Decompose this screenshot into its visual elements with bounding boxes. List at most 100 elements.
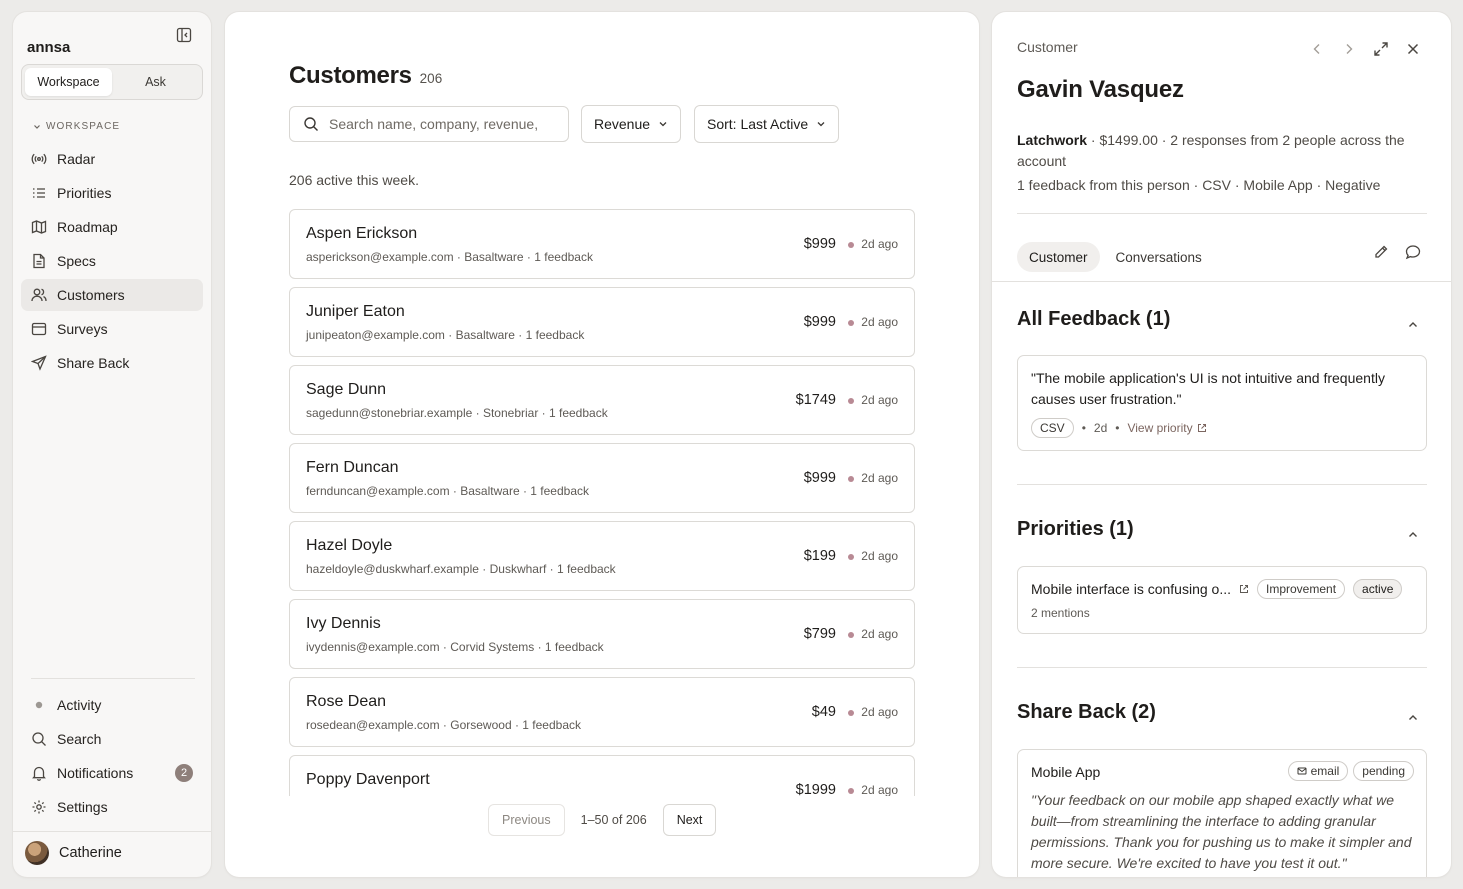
sidebar-item-specs[interactable]: Specs <box>21 245 203 277</box>
last-active: 2d ago <box>861 627 898 641</box>
status-dot <box>848 398 854 404</box>
shareback-status-chip: pending <box>1353 761 1414 781</box>
pencil-icon[interactable] <box>1373 244 1389 260</box>
search-icon <box>32 732 46 746</box>
shareback-name: Mobile App <box>1031 764 1101 780</box>
section-label: WORKSPACE <box>46 121 121 132</box>
detail-divider <box>1017 213 1427 214</box>
next-page-button[interactable]: Next <box>662 804 717 836</box>
sidebar-item-customers[interactable]: Customers <box>21 279 203 311</box>
customer-list: Aspen Erickson asperickson@example.com ·… <box>289 209 915 796</box>
sidebar-item-roadmap[interactable]: Roadmap <box>21 211 203 243</box>
customer-row[interactable]: Hazel Doyle hazeldoyle@duskwharf.example… <box>289 521 915 591</box>
sidebar-item-share-back[interactable]: Share Back <box>21 347 203 379</box>
chevron-right-icon[interactable] <box>1341 41 1357 57</box>
feedback-section-title: All Feedback (1) <box>1017 308 1171 330</box>
section-divider <box>1017 484 1427 485</box>
feedback-card[interactable]: "The mobile application's UI is not intu… <box>1017 355 1427 451</box>
channel-chip: email <box>1287 761 1349 781</box>
customer-name: Sage Dunn <box>306 381 387 398</box>
chevron-down-icon <box>34 124 40 129</box>
company-name: Latchwork <box>1017 132 1088 148</box>
avatar <box>25 841 49 865</box>
sidebar-item-priorities[interactable]: Priorities <box>21 177 203 209</box>
customer-meta: rosedean@example.com · Gorsewood · 1 fee… <box>306 718 581 732</box>
sort-label: Sort: Last Active <box>707 116 809 132</box>
map-icon <box>31 220 47 234</box>
mode-switch: Workspace Ask <box>21 64 203 100</box>
search-input[interactable] <box>329 116 549 132</box>
sidebar-item-label: Activity <box>57 697 102 713</box>
sort-dropdown[interactable]: Sort: Last Active <box>694 105 840 143</box>
calendar-icon <box>31 322 47 336</box>
user-name: Catherine <box>59 845 122 861</box>
customer-meta: hazeldoyle@duskwharf.example · Duskwharf… <box>306 562 616 576</box>
user-menu[interactable]: Catherine <box>25 841 122 865</box>
chevron-left-icon[interactable] <box>1309 41 1325 57</box>
customer-name: Hazel Doyle <box>306 537 393 554</box>
priority-mentions: 2 mentions <box>1031 606 1090 620</box>
chevron-up-icon[interactable] <box>1407 712 1419 724</box>
customer-row[interactable]: Aspen Erickson asperickson@example.com ·… <box>289 209 915 279</box>
expand-icon[interactable] <box>1373 41 1389 57</box>
chevron-down-icon <box>659 122 667 127</box>
customer-count: 206 <box>419 71 443 86</box>
status-dot <box>848 320 854 326</box>
priority-name: Mobile interface is confusing o... <box>1031 581 1231 597</box>
gear-icon <box>32 800 46 814</box>
revenue-filter-label: Revenue <box>594 116 651 132</box>
customer-row[interactable]: Fern Duncan fernduncan@example.com · Bas… <box>289 443 915 513</box>
customer-name: Juniper Eaton <box>306 303 405 320</box>
workspace-tab[interactable]: Workspace <box>25 68 112 96</box>
sidebar-item-radar[interactable]: Radar <box>21 143 203 175</box>
previous-page-button[interactable]: Previous <box>488 804 565 836</box>
last-active: 2d ago <box>861 237 898 251</box>
chevron-up-icon[interactable] <box>1407 319 1419 331</box>
revenue-filter-dropdown[interactable]: Revenue <box>581 105 682 143</box>
sidebar-divider <box>13 831 211 832</box>
status-dot <box>848 476 854 482</box>
sidebar-item-search[interactable]: Search <box>21 723 203 755</box>
feedback-meta: CSV • 2d • View priority <box>1031 418 1207 438</box>
priorities-section-title: Priorities (1) <box>1017 518 1134 540</box>
sidebar-item-surveys[interactable]: Surveys <box>21 313 203 345</box>
tab-customer[interactable]: Customer <box>1017 242 1100 272</box>
sidebar-item-label: Roadmap <box>57 219 118 235</box>
sidebar-collapse-icon[interactable] <box>176 27 194 45</box>
customer-row[interactable]: Rose Dean rosedean@example.com · Gorsewo… <box>289 677 915 747</box>
customer-row[interactable]: Ivy Dennis ivydennis@example.com · Corvi… <box>289 599 915 669</box>
customer-row[interactable]: Juniper Eaton junipeaton@example.com · B… <box>289 287 915 357</box>
chevron-down-icon <box>817 122 825 127</box>
sidebar: annsa Workspace Ask WORKSPACE Radar Prio… <box>13 12 211 877</box>
external-link-icon[interactable] <box>1239 584 1249 594</box>
sidebar-item-activity[interactable]: Activity <box>21 689 203 721</box>
close-icon[interactable] <box>1405 41 1421 57</box>
customer-revenue: $199 <box>803 548 836 564</box>
priority-card[interactable]: Mobile interface is confusing o... Impro… <box>1017 566 1427 634</box>
tab-conversations[interactable]: Conversations <box>1104 242 1214 272</box>
sidebar-item-label: Settings <box>57 799 108 815</box>
comment-icon[interactable] <box>1405 244 1421 260</box>
separator: • <box>1115 421 1120 435</box>
view-priority-link[interactable]: View priority <box>1127 421 1206 435</box>
customer-row[interactable]: Sage Dunn sagedunn@stonebriar.example · … <box>289 365 915 435</box>
users-icon <box>31 288 47 302</box>
last-active: 2d ago <box>861 471 898 485</box>
sidebar-item-label: Share Back <box>57 355 130 371</box>
page-info: 1–50 of 206 <box>580 813 647 827</box>
sidebar-item-settings[interactable]: Settings <box>21 791 203 823</box>
ask-tab[interactable]: Ask <box>112 68 199 96</box>
list-icon <box>33 188 45 198</box>
last-active: 2d ago <box>861 783 898 796</box>
customer-row[interactable]: Poppy Davenport $1999 2d ago <box>289 755 915 796</box>
chevron-up-icon[interactable] <box>1407 529 1419 541</box>
sidebar-item-notifications[interactable]: Notifications 2 <box>21 757 203 789</box>
workspace-section-toggle[interactable]: WORKSPACE <box>33 121 120 132</box>
tabs-divider <box>992 281 1451 282</box>
workspace-name[interactable]: annsa <box>27 39 70 56</box>
customer-meta: junipeaton@example.com · Basaltware · 1 … <box>306 328 585 342</box>
shareback-message: "Your feedback on our mobile app shaped … <box>1031 792 1412 871</box>
priority-header: Mobile interface is confusing o... Impro… <box>1031 579 1403 599</box>
customer-feedback-summary: 1 feedback from this person · CSV · Mobi… <box>1017 177 1381 193</box>
shareback-card[interactable]: Mobile App email pending "Your feedback … <box>1017 749 1427 877</box>
